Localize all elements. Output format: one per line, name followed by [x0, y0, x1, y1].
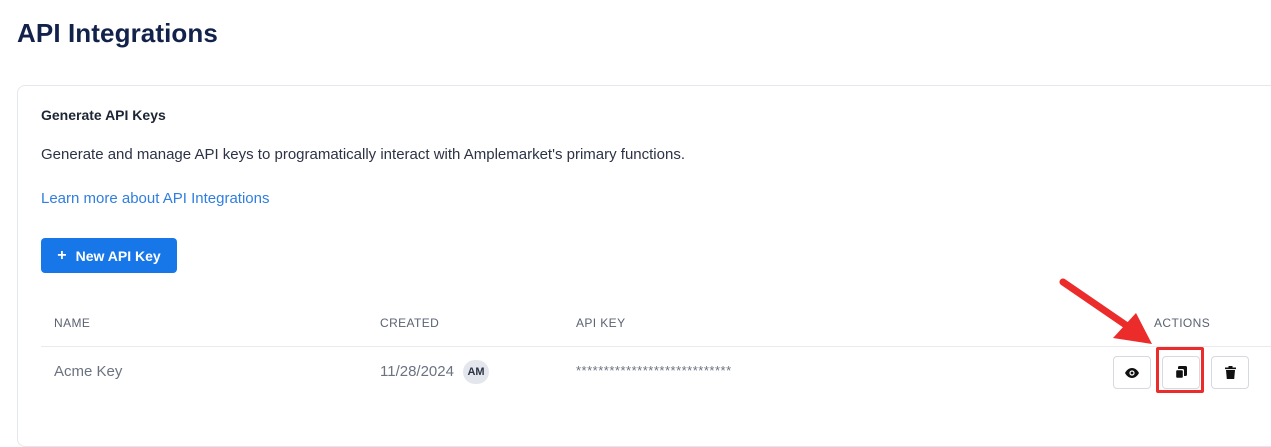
annotation-arrow-icon: [1059, 278, 1152, 344]
